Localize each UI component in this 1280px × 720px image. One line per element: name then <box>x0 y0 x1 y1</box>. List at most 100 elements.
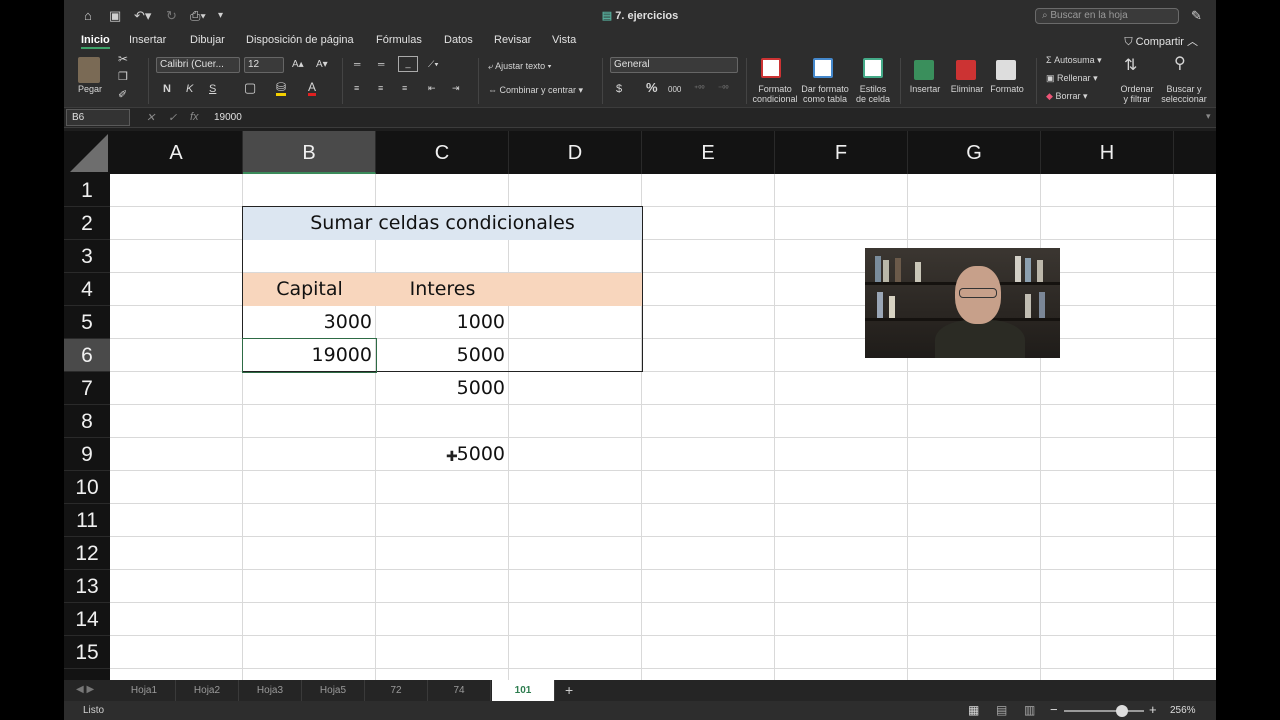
row-header[interactable]: 7 <box>64 372 110 405</box>
column-header-g[interactable]: G <box>908 131 1041 174</box>
sheet-tab[interactable]: Hoja3 <box>239 680 302 701</box>
formula-input[interactable]: 19000 <box>214 112 242 123</box>
font-color-icon[interactable]: A <box>308 81 317 96</box>
row-header[interactable]: 3 <box>64 240 110 273</box>
add-sheet-icon[interactable]: + <box>565 682 573 698</box>
zoom-level[interactable]: 256% <box>1170 705 1196 716</box>
insert-cells-icon[interactable] <box>914 60 934 80</box>
cut-icon[interactable]: ✂ <box>118 53 128 65</box>
sheet-tab[interactable]: Hoja5 <box>302 680 365 701</box>
zoom-out-icon[interactable]: − <box>1050 702 1058 717</box>
cell-b4[interactable]: Capital <box>243 273 376 306</box>
autosum-button[interactable]: Σ Autosuma ▾ <box>1046 54 1102 66</box>
decrease-indent-icon[interactable]: ⇤ <box>428 82 436 94</box>
format-painter-icon[interactable]: ✐ <box>118 89 127 101</box>
name-box[interactable]: B6 <box>66 109 130 126</box>
wrap-text-button[interactable]: ⤶ Ajustar texto ▾ <box>488 60 551 72</box>
cell-c9[interactable]: 5000 <box>376 438 509 471</box>
page-break-icon[interactable]: ▥ <box>1024 703 1035 717</box>
share-button[interactable]: ⛉ Compartir ︿ <box>1124 33 1198 49</box>
function-icon[interactable]: fx <box>190 111 199 123</box>
number-format-select[interactable]: General <box>610 57 738 73</box>
row-header[interactable]: 15 <box>64 636 110 669</box>
cancel-icon[interactable]: ✕ <box>146 111 155 124</box>
borders-icon[interactable]: ▢ <box>244 81 256 94</box>
sheet-tab-active[interactable]: 101 <box>492 680 555 701</box>
row-header[interactable]: 11 <box>64 504 110 537</box>
sheet-tab[interactable]: Hoja2 <box>176 680 239 701</box>
column-header-e[interactable]: E <box>642 131 775 174</box>
cell-styles-icon[interactable] <box>863 58 883 78</box>
tab-inicio[interactable]: Inicio <box>81 34 110 49</box>
cell-c6[interactable]: 5000 <box>376 339 509 372</box>
row-header[interactable]: 4 <box>64 273 110 306</box>
conditional-format-icon[interactable] <box>761 58 781 78</box>
underline-button[interactable]: S <box>209 83 216 95</box>
fill-color-icon[interactable]: ⛁ <box>276 81 287 96</box>
column-header-h[interactable]: H <box>1041 131 1174 174</box>
currency-button[interactable]: $ <box>616 83 622 95</box>
align-right-icon[interactable]: ≡ <box>402 82 407 94</box>
row-header[interactable]: 5 <box>64 306 110 339</box>
row-header[interactable]: 2 <box>64 207 110 240</box>
row-header[interactable]: 8 <box>64 405 110 438</box>
column-header-d[interactable]: D <box>509 131 642 174</box>
column-header-a[interactable]: A <box>110 131 243 174</box>
paste-icon[interactable] <box>78 57 100 83</box>
format-cells-icon[interactable] <box>996 60 1016 80</box>
sort-filter-icon[interactable]: ⇅ <box>1124 58 1137 74</box>
cell-b5[interactable]: 3000 <box>243 306 376 339</box>
decrease-decimal-icon[interactable]: ⁻⁰⁰ <box>718 83 729 95</box>
align-middle-icon[interactable]: ═ <box>378 58 384 70</box>
format-table-icon[interactable] <box>813 58 833 78</box>
select-all-button[interactable] <box>64 131 110 174</box>
sheet-tab[interactable]: Hoja1 <box>113 680 176 701</box>
align-top-icon[interactable]: ═ <box>354 58 360 70</box>
merge-center-button[interactable]: ⇔ Combinar y centrar ▾ <box>488 84 583 96</box>
align-left-icon[interactable]: ≡ <box>354 82 359 94</box>
column-header-c[interactable]: C <box>376 131 509 174</box>
column-header-b[interactable]: B <box>243 131 376 174</box>
sheet-tab[interactable]: 74 <box>428 680 491 701</box>
sheet-tab[interactable]: 72 <box>365 680 428 701</box>
search-field[interactable]: ⌕ Buscar en la hoja <box>1035 8 1179 24</box>
page-layout-icon[interactable]: ▤ <box>996 703 1007 717</box>
decrease-font-icon[interactable]: A▾ <box>316 59 328 71</box>
cell-c5[interactable]: 1000 <box>376 306 509 339</box>
enter-icon[interactable]: ✓ <box>168 111 177 124</box>
tab-revisar[interactable]: Revisar <box>494 34 531 46</box>
increase-decimal-icon[interactable]: ⁺⁰⁰ <box>694 83 705 95</box>
italic-button[interactable]: K <box>186 83 193 95</box>
increase-indent-icon[interactable]: ⇥ <box>452 82 460 94</box>
cell-title[interactable]: Sumar celdas condicionales <box>243 207 642 240</box>
zoom-slider[interactable] <box>1064 710 1144 712</box>
cell-grid[interactable]: Sumar celdas condicionales Capital Inter… <box>110 174 1216 680</box>
scroll-tabs-left-icon[interactable]: ◀ ▶ <box>76 684 94 695</box>
align-center-icon[interactable]: ≡ <box>378 82 383 94</box>
font-size-select[interactable]: 12 <box>244 57 284 73</box>
expand-formula-icon[interactable]: ▾ <box>1206 111 1211 122</box>
tab-datos[interactable]: Datos <box>444 34 473 46</box>
delete-cells-icon[interactable] <box>956 60 976 80</box>
collapse-ribbon-icon[interactable]: ︿ <box>1187 36 1198 48</box>
tab-disposicion[interactable]: Disposición de página <box>246 34 354 46</box>
thousands-button[interactable]: 000 <box>668 84 681 96</box>
zoom-in-icon[interactable]: + <box>1149 702 1157 717</box>
account-icon[interactable]: ✎ <box>1191 8 1202 24</box>
row-header[interactable]: 12 <box>64 537 110 570</box>
fill-button[interactable]: ▣ Rellenar ▾ <box>1046 72 1098 84</box>
percent-button[interactable]: % <box>646 81 658 94</box>
clear-button[interactable]: ◆ Borrar ▾ <box>1046 90 1087 102</box>
tab-vista[interactable]: Vista <box>552 34 576 46</box>
align-bottom-icon[interactable]: _ <box>398 56 418 72</box>
tab-insertar[interactable]: Insertar <box>129 34 166 46</box>
row-header[interactable]: 6 <box>64 339 110 372</box>
bold-button[interactable]: N <box>163 83 171 95</box>
orientation-icon[interactable]: ⟋▾ <box>428 58 439 70</box>
find-select-icon[interactable]: ⚲ <box>1174 56 1186 72</box>
normal-view-icon[interactable]: ▦ <box>968 703 979 717</box>
cell-c7[interactable]: 5000 <box>376 372 509 405</box>
cell-c4[interactable]: Interes <box>376 273 509 306</box>
row-header[interactable]: 14 <box>64 603 110 636</box>
row-header[interactable]: 9 <box>64 438 110 471</box>
